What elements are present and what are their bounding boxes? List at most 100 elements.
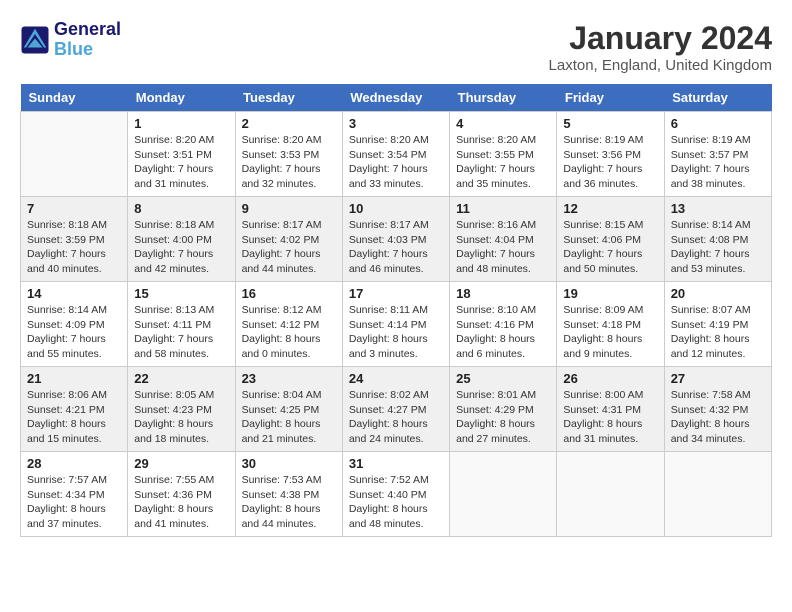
calendar-week-row: 21Sunrise: 8:06 AM Sunset: 4:21 PM Dayli…: [21, 367, 772, 452]
header: GeneralBlue January 2024 Laxton, England…: [20, 20, 772, 74]
day-info: Sunrise: 8:01 AM Sunset: 4:29 PM Dayligh…: [456, 388, 550, 447]
day-info: Sunrise: 8:07 AM Sunset: 4:19 PM Dayligh…: [671, 303, 765, 362]
day-info: Sunrise: 8:19 AM Sunset: 3:56 PM Dayligh…: [563, 133, 657, 192]
day-info: Sunrise: 7:55 AM Sunset: 4:36 PM Dayligh…: [134, 473, 228, 532]
calendar-cell: 5 Sunrise: 8:19 AM Sunset: 3:56 PM Daylig…: [557, 112, 664, 197]
calendar-cell: [557, 452, 664, 537]
calendar-cell: 17 Sunrise: 8:11 AM Sunset: 4:14 PM Dayli…: [342, 282, 449, 367]
day-info: Sunrise: 8:18 AM Sunset: 4:00 PM Dayligh…: [134, 218, 228, 277]
weekday-header-saturday: Saturday: [664, 84, 771, 112]
day-number: 13: [671, 201, 765, 216]
day-number: 22: [134, 371, 228, 386]
day-info: Sunrise: 7:58 AM Sunset: 4:32 PM Dayligh…: [671, 388, 765, 447]
day-info: Sunrise: 8:20 AM Sunset: 3:53 PM Dayligh…: [242, 133, 336, 192]
day-number: 6: [671, 116, 765, 131]
calendar-cell: 19Sunrise: 8:09 AM Sunset: 4:18 PM Dayli…: [557, 282, 664, 367]
calendar-cell: 6 Sunrise: 8:19 AM Sunset: 3:57 PM Daylig…: [664, 112, 771, 197]
calendar-cell: 2 Sunrise: 8:20 AM Sunset: 3:53 PM Daylig…: [235, 112, 342, 197]
day-number: 14: [27, 286, 121, 301]
day-info: Sunrise: 8:17 AM Sunset: 4:02 PM Dayligh…: [242, 218, 336, 277]
calendar-cell: 11 Sunrise: 8:16 AM Sunset: 4:04 PM Dayli…: [450, 197, 557, 282]
day-info: Sunrise: 8:00 AM Sunset: 4:31 PM Dayligh…: [563, 388, 657, 447]
day-number: 27: [671, 371, 765, 386]
logo-icon: [20, 25, 50, 55]
calendar-week-row: 1 Sunrise: 8:20 AM Sunset: 3:51 PM Daylig…: [21, 112, 772, 197]
logo: GeneralBlue: [20, 20, 121, 60]
calendar-week-row: 14 Sunrise: 8:14 AM Sunset: 4:09 PM Dayli…: [21, 282, 772, 367]
day-number: 25: [456, 371, 550, 386]
calendar-cell: 16 Sunrise: 8:12 AM Sunset: 4:12 PM Dayli…: [235, 282, 342, 367]
day-info: Sunrise: 8:06 AM Sunset: 4:21 PM Dayligh…: [27, 388, 121, 447]
day-info: Sunrise: 8:10 AM Sunset: 4:16 PM Dayligh…: [456, 303, 550, 362]
weekday-header-sunday: Sunday: [21, 84, 128, 112]
calendar-cell: 20 Sunrise: 8:07 AM Sunset: 4:19 PM Dayli…: [664, 282, 771, 367]
day-info: Sunrise: 7:53 AM Sunset: 4:38 PM Dayligh…: [242, 473, 336, 532]
calendar-cell: 4 Sunrise: 8:20 AM Sunset: 3:55 PM Daylig…: [450, 112, 557, 197]
day-info: Sunrise: 8:12 AM Sunset: 4:12 PM Dayligh…: [242, 303, 336, 362]
logo-text: GeneralBlue: [54, 20, 121, 60]
day-number: 19: [563, 286, 657, 301]
calendar-cell: 26Sunrise: 8:00 AM Sunset: 4:31 PM Dayli…: [557, 367, 664, 452]
day-number: 15: [134, 286, 228, 301]
calendar-week-row: 7 Sunrise: 8:18 AM Sunset: 3:59 PM Daylig…: [21, 197, 772, 282]
day-number: 20: [671, 286, 765, 301]
day-number: 16: [242, 286, 336, 301]
day-info: Sunrise: 8:18 AM Sunset: 3:59 PM Dayligh…: [27, 218, 121, 277]
calendar-cell: [21, 112, 128, 197]
day-info: Sunrise: 8:15 AM Sunset: 4:06 PM Dayligh…: [563, 218, 657, 277]
day-number: 11: [456, 201, 550, 216]
day-info: Sunrise: 7:57 AM Sunset: 4:34 PM Dayligh…: [27, 473, 121, 532]
calendar-table: SundayMondayTuesdayWednesdayThursdayFrid…: [20, 84, 772, 537]
day-number: 12: [563, 201, 657, 216]
day-number: 29: [134, 456, 228, 471]
calendar-cell: 3 Sunrise: 8:20 AM Sunset: 3:54 PM Daylig…: [342, 112, 449, 197]
calendar-cell: 28 Sunrise: 7:57 AM Sunset: 4:34 PM Dayli…: [21, 452, 128, 537]
day-number: 8: [134, 201, 228, 216]
day-number: 17: [349, 286, 443, 301]
calendar-cell: 7 Sunrise: 8:18 AM Sunset: 3:59 PM Daylig…: [21, 197, 128, 282]
day-number: 28: [27, 456, 121, 471]
calendar-cell: [450, 452, 557, 537]
day-number: 2: [242, 116, 336, 131]
day-number: 9: [242, 201, 336, 216]
day-number: 30: [242, 456, 336, 471]
day-info: Sunrise: 8:11 AM Sunset: 4:14 PM Dayligh…: [349, 303, 443, 362]
weekday-header-friday: Friday: [557, 84, 664, 112]
day-info: Sunrise: 8:20 AM Sunset: 3:55 PM Dayligh…: [456, 133, 550, 192]
calendar-cell: 1 Sunrise: 8:20 AM Sunset: 3:51 PM Daylig…: [128, 112, 235, 197]
day-info: Sunrise: 8:19 AM Sunset: 3:57 PM Dayligh…: [671, 133, 765, 192]
weekday-header-thursday: Thursday: [450, 84, 557, 112]
day-number: 23: [242, 371, 336, 386]
day-info: Sunrise: 7:52 AM Sunset: 4:40 PM Dayligh…: [349, 473, 443, 532]
day-number: 31: [349, 456, 443, 471]
day-info: Sunrise: 8:14 AM Sunset: 4:08 PM Dayligh…: [671, 218, 765, 277]
calendar-cell: 8 Sunrise: 8:18 AM Sunset: 4:00 PM Daylig…: [128, 197, 235, 282]
day-info: Sunrise: 8:14 AM Sunset: 4:09 PM Dayligh…: [27, 303, 121, 362]
weekday-header-wednesday: Wednesday: [342, 84, 449, 112]
weekday-header-row: SundayMondayTuesdayWednesdayThursdayFrid…: [21, 84, 772, 112]
day-info: Sunrise: 8:17 AM Sunset: 4:03 PM Dayligh…: [349, 218, 443, 277]
calendar-cell: 21Sunrise: 8:06 AM Sunset: 4:21 PM Dayli…: [21, 367, 128, 452]
day-info: Sunrise: 8:05 AM Sunset: 4:23 PM Dayligh…: [134, 388, 228, 447]
day-number: 24: [349, 371, 443, 386]
calendar-cell: 23 Sunrise: 8:04 AM Sunset: 4:25 PM Dayli…: [235, 367, 342, 452]
title-area: January 2024 Laxton, England, United Kin…: [549, 20, 772, 74]
calendar-week-row: 28 Sunrise: 7:57 AM Sunset: 4:34 PM Dayli…: [21, 452, 772, 537]
calendar-cell: 12 Sunrise: 8:15 AM Sunset: 4:06 PM Dayli…: [557, 197, 664, 282]
day-number: 3: [349, 116, 443, 131]
calendar-cell: 15Sunrise: 8:13 AM Sunset: 4:11 PM Dayli…: [128, 282, 235, 367]
day-info: Sunrise: 8:04 AM Sunset: 4:25 PM Dayligh…: [242, 388, 336, 447]
day-info: Sunrise: 8:02 AM Sunset: 4:27 PM Dayligh…: [349, 388, 443, 447]
day-info: Sunrise: 8:16 AM Sunset: 4:04 PM Dayligh…: [456, 218, 550, 277]
calendar-cell: 30 Sunrise: 7:53 AM Sunset: 4:38 PM Dayli…: [235, 452, 342, 537]
day-number: 10: [349, 201, 443, 216]
day-info: Sunrise: 8:20 AM Sunset: 3:54 PM Dayligh…: [349, 133, 443, 192]
calendar-cell: 27 Sunrise: 7:58 AM Sunset: 4:32 PM Dayli…: [664, 367, 771, 452]
day-number: 7: [27, 201, 121, 216]
calendar-cell: 25 Sunrise: 8:01 AM Sunset: 4:29 PM Dayli…: [450, 367, 557, 452]
day-number: 4: [456, 116, 550, 131]
calendar-cell: 13 Sunrise: 8:14 AM Sunset: 4:08 PM Dayli…: [664, 197, 771, 282]
day-number: 5: [563, 116, 657, 131]
day-number: 1: [134, 116, 228, 131]
day-info: Sunrise: 8:20 AM Sunset: 3:51 PM Dayligh…: [134, 133, 228, 192]
